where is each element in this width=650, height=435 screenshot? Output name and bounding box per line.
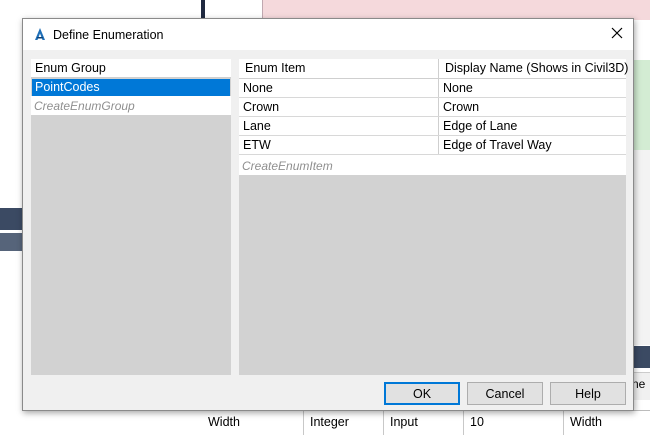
display-name-cell[interactable]: Edge of Lane	[439, 117, 626, 135]
background-table-row[interactable]: Width Integer Input 10 Width	[202, 410, 650, 435]
dialog-title: Define Enumeration	[53, 28, 164, 42]
enum-group-list[interactable]: Enum Group PointCodes CreateEnumGroup	[31, 59, 231, 375]
cancel-button[interactable]: Cancel	[467, 382, 543, 405]
display-name-cell[interactable]: Edge of Travel Way	[439, 136, 626, 154]
enum-item-cell[interactable]: None	[239, 79, 439, 97]
autodesk-a-icon	[32, 26, 48, 42]
column-header-display-name[interactable]: Display Name (Shows in Civil3D)	[439, 59, 628, 78]
table-cell[interactable]: Input	[384, 411, 464, 435]
enum-item-row[interactable]: None None	[239, 79, 626, 98]
create-enum-item-row[interactable]: CreateEnumItem	[239, 155, 626, 175]
enum-item-row[interactable]: Lane Edge of Lane	[239, 117, 626, 136]
enum-item-row[interactable]: Crown Crown	[239, 98, 626, 117]
enum-item-cell[interactable]: Crown	[239, 98, 439, 116]
table-cell[interactable]: 10	[464, 411, 564, 435]
ok-button[interactable]: OK	[384, 382, 460, 405]
enum-item-row[interactable]: ETW Edge of Travel Way	[239, 136, 626, 155]
define-enumeration-dialog: Define Enumeration Enum Group PointCodes…	[22, 18, 634, 411]
enum-item-cell[interactable]: ETW	[239, 136, 439, 154]
enum-group-header: Enum Group	[31, 59, 231, 78]
enum-item-grid[interactable]: Enum Item Display Name (Shows in Civil3D…	[239, 59, 628, 375]
background-left-toolbar	[0, 208, 22, 230]
close-icon	[611, 27, 623, 42]
enum-group-item-pointcodes[interactable]: PointCodes	[32, 79, 230, 96]
help-button[interactable]: Help	[550, 382, 626, 405]
enum-item-grid-header: Enum Item Display Name (Shows in Civil3D…	[239, 59, 628, 79]
enum-item-cell[interactable]: Lane	[239, 117, 439, 135]
table-cell[interactable]: Integer	[304, 411, 384, 435]
display-name-cell[interactable]: None	[439, 79, 626, 97]
background-divider	[201, 0, 205, 20]
display-name-cell[interactable]: Crown	[439, 98, 626, 116]
background-pink-region	[262, 0, 650, 20]
table-cell[interactable]: Width	[202, 411, 304, 435]
dialog-titlebar[interactable]: Define Enumeration	[23, 19, 633, 50]
close-button[interactable]	[603, 21, 631, 48]
background-left-toolbar-2	[0, 233, 22, 251]
table-cell[interactable]: Width	[564, 411, 650, 435]
column-header-enum-item[interactable]: Enum Item	[239, 59, 439, 78]
create-enum-group-row[interactable]: CreateEnumGroup	[31, 96, 231, 115]
